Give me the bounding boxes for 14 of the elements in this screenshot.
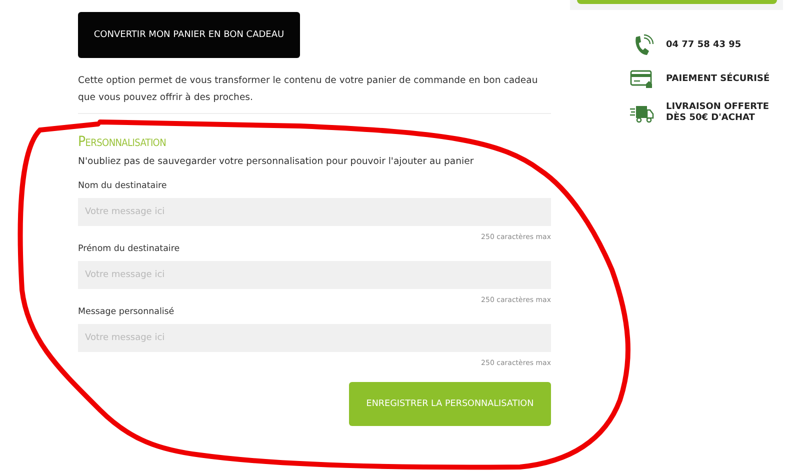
convert-to-gift-button[interactable]: CONVERTIR MON PANIER EN BON CADEAU (78, 12, 300, 58)
input-field[interactable]: Votre message ici (78, 261, 551, 289)
field-label: Prénom du destinataire (78, 244, 181, 254)
card-icon (630, 68, 654, 90)
feature-text: 04 77 58 43 95 (666, 40, 742, 50)
input-field[interactable]: Votre message ici (78, 198, 551, 226)
field-label: Nom du destinataire (78, 181, 168, 191)
description-text: Cette option permet de vous transformer le contenu de votre panier de commande en bon cadeau que vous pouvez offrir à des proches. (78, 74, 539, 105)
feature-text: LIVRAISON OFFERTE DÈS 50€ D'ACHAT (666, 102, 769, 124)
feature-text: PAIEMENT SÉCURISÉ (666, 74, 770, 84)
input-field[interactable]: Votre message ici (78, 324, 551, 352)
intro-text: N'oubliez pas de sauvegarder votre personnalisation pour pouvoir l'ajouter au panier (78, 156, 475, 167)
field-label: Message personnalisé (78, 307, 176, 317)
section-title: Personnalisation (78, 134, 168, 150)
